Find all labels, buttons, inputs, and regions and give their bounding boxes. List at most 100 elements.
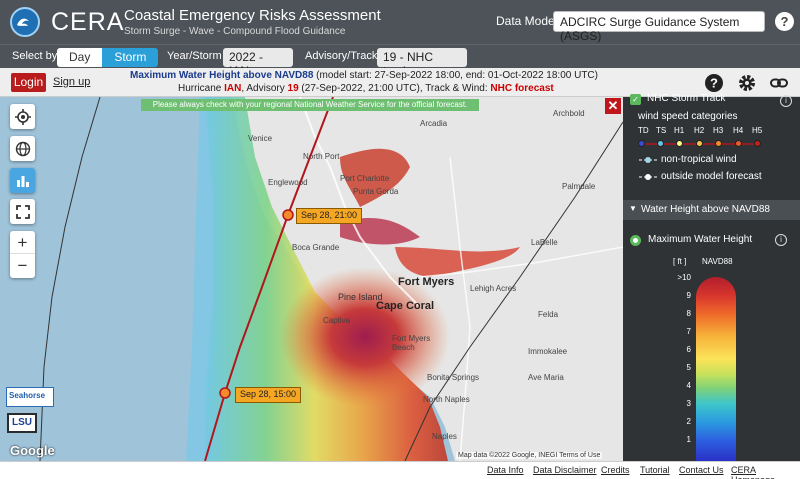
- share-link-icon[interactable]: [769, 73, 789, 93]
- globe-icon[interactable]: [10, 136, 35, 161]
- svg-text:?: ?: [710, 76, 718, 91]
- storm-toggle-button[interactable]: Storm: [102, 48, 159, 67]
- max-water-height-radio[interactable]: [630, 235, 641, 246]
- category-dot: [657, 140, 664, 147]
- place-label: Felda: [538, 310, 559, 319]
- google-logo: Google: [10, 443, 55, 458]
- place-label: Punta Gorda: [353, 187, 399, 196]
- place-label: Archbold: [553, 109, 585, 118]
- legend-tick: 1: [686, 435, 691, 444]
- locate-me-icon[interactable]: [10, 104, 35, 129]
- place-label: Bonita Springs: [427, 373, 480, 382]
- legend-tick: 7: [686, 327, 691, 336]
- wind-categories-label: wind speed categories: [638, 111, 738, 122]
- day-storm-toggle: Day Storm: [57, 48, 159, 67]
- cera-app: CERA Coastal Emergency Risks Assessment …: [0, 0, 800, 479]
- year-storm-label: Year/Storm: [167, 50, 222, 62]
- legend-tick: 6: [686, 345, 691, 354]
- category-label: H2: [694, 126, 705, 135]
- legend-unit: [ ft ]: [673, 257, 687, 266]
- track-time-callout[interactable]: Sep 28, 21:00: [296, 208, 363, 224]
- outside-forecast-symbol-icon: [639, 174, 657, 180]
- info-icon[interactable]: i: [775, 234, 787, 246]
- zoom-out-button[interactable]: −: [10, 254, 35, 277]
- footer-link-cera-homepage[interactable]: CERA Homepage: [731, 465, 800, 479]
- place-label: Fort Myers Beach: [392, 334, 431, 352]
- max-water-height-label: Maximum Water Height: [648, 234, 753, 245]
- advisory-track-dropdown[interactable]: 19 - NHC track▼: [377, 48, 467, 78]
- storm-description: Hurricane IAN, Advisory 19 (27-Sep-2022,…: [178, 83, 554, 94]
- category-dot: [696, 140, 703, 147]
- app-subtitle: Storm Surge - Wave - Compound Flood Guid…: [124, 26, 346, 37]
- footer-link-credits[interactable]: Credits: [601, 465, 630, 475]
- advisory-text: , Advisory: [241, 83, 285, 94]
- category-label: H3: [713, 126, 724, 135]
- water-height-colorbar: [696, 277, 736, 463]
- footer-link-data-disclaimer[interactable]: Data Disclaimer: [533, 465, 597, 475]
- legend-tick: 4: [686, 381, 691, 390]
- map-view[interactable]: Venice North Port Port Charlotte Punta G…: [0, 97, 623, 461]
- model-run-period: (model start: 27-Sep-2022 18:00, end: 01…: [316, 70, 598, 81]
- category-dot: [754, 140, 761, 147]
- footer-link-data-info[interactable]: Data Info: [487, 465, 524, 475]
- close-banner-button[interactable]: ✕: [605, 98, 621, 114]
- water-height-section-header[interactable]: ▼ Water Height above NAVD88: [623, 200, 800, 220]
- place-label: North Naples: [423, 395, 470, 404]
- app-title: Coastal Emergency Risks Assessment: [124, 7, 381, 24]
- outside-forecast-label: outside model forecast: [661, 171, 762, 182]
- storm-name: IAN: [224, 83, 242, 94]
- select-by-label: Select by: [12, 50, 58, 62]
- place-label: Port Charlotte: [340, 174, 390, 183]
- category-dot: [735, 140, 742, 147]
- year-storm-dropdown[interactable]: 2022 - IAN▼: [223, 48, 293, 78]
- place-label: Englewood: [268, 178, 308, 187]
- legend-datum: NAVD88: [702, 257, 733, 266]
- login-button[interactable]: Login: [11, 73, 46, 92]
- data-model-select[interactable]: ADCIRC Surge Guidance System (ASGS): [553, 11, 765, 43]
- footer-link-contact-us[interactable]: Contact Us: [679, 465, 724, 475]
- place-label: Lehigh Acres: [470, 284, 517, 293]
- track-type: NHC forecast: [490, 83, 554, 94]
- category-label: H1: [674, 126, 685, 135]
- map-attribution[interactable]: Map data ©2022 Google, INEGI Terms of Us…: [456, 452, 603, 459]
- help-icon[interactable]: ?: [775, 12, 794, 31]
- category-label: TD: [638, 126, 649, 135]
- lsu-logo[interactable]: LSU: [7, 413, 37, 433]
- caret-down-icon: ▼: [629, 204, 637, 213]
- legend-tick: 5: [686, 363, 691, 372]
- footer-link-tutorial[interactable]: Tutorial: [640, 465, 670, 475]
- storm-track-checkbox[interactable]: ✓: [630, 94, 641, 105]
- legend-tick: 8: [686, 309, 691, 318]
- track-time-callout[interactable]: Sep 28, 15:00: [235, 387, 302, 403]
- nws-disclaimer-banner: Please always check with your regional N…: [141, 99, 479, 111]
- fullscreen-icon[interactable]: [10, 199, 35, 224]
- category-label: H5: [752, 126, 763, 135]
- gear-icon[interactable]: [737, 73, 757, 93]
- place-label: Venice: [248, 134, 273, 143]
- bar-chart-icon[interactable]: [10, 168, 35, 193]
- category-label: TS: [656, 126, 667, 135]
- day-toggle-button[interactable]: Day: [57, 48, 103, 67]
- category-label: H4: [733, 126, 744, 135]
- place-label: Ave Maria: [528, 373, 564, 382]
- place-label: North Port: [303, 152, 340, 161]
- product-title: Maximum Water Height above NAVD88: [130, 70, 314, 81]
- advisory-number: 19: [287, 83, 299, 94]
- place-label: Boca Grande: [292, 243, 340, 252]
- advisory-track-label: Advisory/Track: [305, 50, 378, 62]
- water-height-section-title: Water Height above NAVD88: [641, 204, 770, 215]
- data-model-label: Data Model: [496, 14, 558, 28]
- help-circle-icon[interactable]: ?: [704, 73, 724, 93]
- legend-tick: 3: [686, 399, 691, 408]
- info-icon[interactable]: i: [780, 95, 792, 107]
- footer: Data Info Data Disclaimer Credits Tutori…: [0, 461, 800, 479]
- storm-track-label: NHC Storm Track: [647, 93, 726, 104]
- signup-link[interactable]: Sign up: [53, 76, 90, 88]
- selection-bar: Select by Day Storm Year/Storm 2022 - IA…: [0, 44, 800, 78]
- place-label: Arcadia: [420, 119, 448, 128]
- cera-logo-text[interactable]: CERA: [51, 8, 124, 37]
- category-dot: [715, 140, 722, 147]
- place-label: Cape Coral: [376, 300, 435, 312]
- zoom-in-button[interactable]: +: [10, 231, 35, 254]
- seahorse-logo[interactable]: Seahorse: [6, 387, 54, 407]
